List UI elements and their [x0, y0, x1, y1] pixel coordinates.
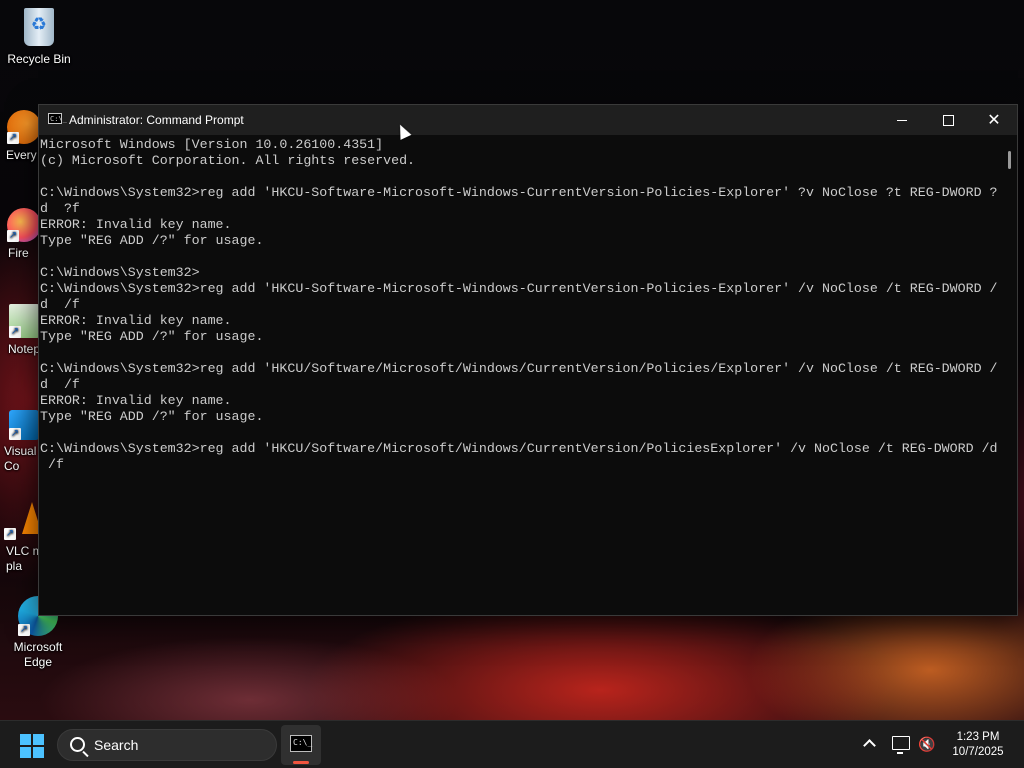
windows-logo-icon	[20, 734, 31, 745]
volume-muted-icon[interactable]: 🔇	[918, 735, 935, 753]
console-line: C:\Windows\System32>reg add 'HKCU-Softwa…	[40, 281, 998, 296]
vscode-icon: ↗	[9, 410, 39, 440]
taskbar-search-box[interactable]: Search	[57, 729, 277, 761]
console-scrollbar[interactable]	[1002, 135, 1017, 613]
taskbar-clock[interactable]: 1:23 PM 10/7/2025	[940, 730, 1016, 760]
maximize-icon	[942, 115, 954, 127]
console-line: /f	[40, 457, 64, 472]
windows-logo-tile	[33, 747, 44, 758]
clock-date: 10/7/2025	[952, 746, 1004, 758]
close-button[interactable]: ✕	[971, 105, 1017, 135]
search-label: Search	[94, 737, 139, 753]
shortcut-arrow-icon: ↗	[7, 230, 19, 242]
everything-app-icon: ↗	[7, 110, 41, 144]
shortcut-arrow-icon: ↗	[18, 624, 30, 636]
desktop-icon-label: Microsoft Edge	[13, 640, 63, 669]
shortcut-arrow-icon: ↗	[9, 326, 21, 338]
console-line: C:\Windows\System32>	[40, 265, 200, 280]
windows-logo-tile	[20, 747, 31, 758]
console-line: d /f	[40, 377, 80, 392]
console-output[interactable]: Microsoft Windows [Version 10.0.26100.43…	[39, 135, 1001, 613]
start-button[interactable]	[20, 734, 44, 758]
notepad-icon: ↗	[9, 304, 39, 338]
console-line: (c) Microsoft Corporation. All rights re…	[40, 153, 416, 168]
firefox-icon: ↗	[7, 208, 41, 242]
console-line: Type "REG ADD /?" for usage.	[40, 409, 264, 424]
windows-logo-tile	[33, 734, 44, 745]
taskbar: Search C:\_ 🔇 1:23 PM 10/7/2025	[0, 720, 1024, 768]
taskbar-command-prompt-button[interactable]: C:\_	[281, 725, 321, 765]
console-line: Type "REG ADD /?" for usage.	[40, 233, 264, 248]
console-line: C:\Windows\System32>reg add 'HKCU/Softwa…	[40, 441, 998, 456]
console-line: Type "REG ADD /?" for usage.	[40, 329, 264, 344]
command-prompt-icon: C:\_	[48, 113, 67, 124]
active-app-indicator	[293, 761, 309, 764]
shortcut-arrow-icon: ↗	[7, 132, 19, 144]
console-line: C:\Windows\System32>reg add 'HKCU-Softwa…	[40, 185, 998, 200]
close-icon: ✕	[987, 110, 1001, 129]
desktop-icon-recycle-bin[interactable]: Recycle Bin	[1, 8, 77, 67]
recycle-bin-icon	[19, 8, 59, 48]
maximize-button[interactable]	[925, 105, 971, 135]
console-line: ERROR: Invalid key name.	[40, 217, 232, 232]
minimize-icon	[897, 120, 907, 122]
shortcut-arrow-icon: ↗	[4, 528, 16, 540]
console-line: d ?f	[40, 201, 80, 216]
desktop-icon-label: Recycle Bin	[7, 52, 71, 66]
scrollbar-thumb[interactable]	[1008, 151, 1011, 169]
console-line: C:\Windows\System32>reg add 'HKCU/Softwa…	[40, 361, 998, 376]
console-line: Microsoft Windows [Version 10.0.26100.43…	[40, 137, 384, 152]
command-prompt-window[interactable]: C:\_ Administrator: Command Prompt ✕ Mic…	[38, 104, 1018, 616]
console-line: ERROR: Invalid key name.	[40, 313, 232, 328]
console-line: ERROR: Invalid key name.	[40, 393, 232, 408]
show-hidden-icons-chevron-up-icon[interactable]	[860, 735, 878, 753]
console-line: d /f	[40, 297, 80, 312]
clock-time: 1:23 PM	[956, 731, 1000, 743]
minimize-button[interactable]	[879, 105, 925, 135]
shortcut-arrow-icon: ↗	[9, 428, 21, 440]
network-icon[interactable]	[892, 736, 910, 754]
window-title: Administrator: Command Prompt	[69, 113, 244, 127]
command-prompt-icon: C:\_	[290, 735, 312, 752]
window-titlebar[interactable]: C:\_ Administrator: Command Prompt ✕	[39, 105, 1017, 135]
search-icon	[70, 737, 85, 752]
